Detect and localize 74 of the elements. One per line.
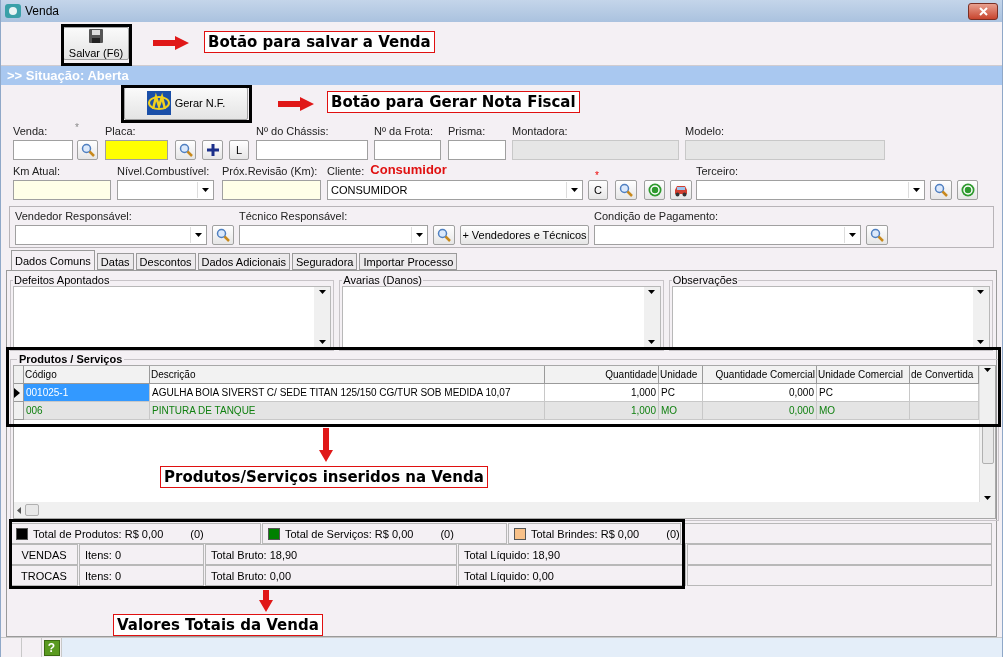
total-cell: Total Bruto: 0,00 (205, 565, 457, 586)
group-label: Avarias (Danos) (342, 274, 423, 286)
client-note: Consumidor (370, 162, 447, 177)
table-cell: PC (817, 384, 910, 402)
column-header[interactable]: de Convertida (910, 366, 979, 384)
total-cell: TROCAS (10, 565, 78, 586)
tab[interactable]: Datas (96, 253, 134, 270)
total-count: (0) (190, 527, 204, 540)
column-header[interactable]: Código (24, 366, 150, 384)
field-label: Terceiro: (696, 165, 739, 177)
dropdown-value: CONSUMIDOR (330, 184, 409, 196)
field-label: Modelo: (685, 125, 725, 137)
total-text: Total Brindes: R$ 0,00 (531, 527, 640, 540)
letter-button[interactable]: C (588, 180, 608, 200)
table-cell: AGULHA BOIA SIVERST C/ SEDE TITAN 125/150 CG/TUR SOB MEDIDA 10,07 (150, 384, 545, 402)
table-cell: PINTURA DE TANQUE (150, 402, 545, 420)
table-cell: 1,000 (545, 402, 659, 420)
field-label: Vendedor Responsável: (15, 210, 132, 222)
total-text: Total de Produtos: R$ 0,00 (33, 527, 164, 540)
column-header[interactable]: Unidade (659, 366, 703, 384)
total-cell: Total Líquido: 0,00 (458, 565, 686, 586)
field-label: Condição de Pagamento: (594, 210, 719, 222)
table-cell: 0,000 (703, 384, 817, 402)
total-count: (0) (440, 527, 454, 540)
field-label: Prisma: (448, 125, 486, 137)
total-cell: Total Bruto: 18,90 (205, 544, 457, 565)
table-cell: PC (659, 384, 703, 402)
group-label: Produtos / Serviços (18, 353, 124, 365)
field-label: Nº da Frota: (374, 125, 434, 137)
required-mark: * (595, 170, 599, 181)
save-button[interactable]: Salvar (F6) (63, 27, 129, 60)
total-cell: Itens: 0 (79, 565, 204, 586)
field-label: Técnico Responsável: (239, 210, 348, 222)
sellers-button[interactable]: + Vendedores e Técnicos (460, 225, 589, 245)
tab[interactable]: Descontos (135, 253, 196, 270)
annotation-label: Botão para salvar a Venda (204, 31, 435, 53)
annotation-label: Botão para Gerar Nota Fiscal (327, 91, 580, 113)
invoice-button[interactable]: Gerar N.F. (124, 86, 248, 120)
group-label: Defeitos Apontados (13, 274, 111, 286)
field-label: Montadora: (512, 125, 568, 137)
required-mark: * (75, 122, 79, 133)
field-label: Venda: (13, 125, 48, 137)
field-label: Nº do Chássis: (256, 125, 329, 137)
dropdown-field[interactable]: CONSUMIDOR (327, 180, 583, 200)
column-header[interactable]: Quantidade (545, 366, 659, 384)
total-cell: VENDAS (10, 544, 78, 565)
column-header[interactable]: Descrição (150, 366, 545, 384)
field-label: Próx.Revisão (Km): (222, 165, 318, 177)
tab[interactable]: Seguradora (291, 253, 358, 270)
field-label: Nível.Combustível: (117, 165, 210, 177)
total-cell: Itens: 0 (79, 544, 204, 565)
group-label: Observações (671, 274, 739, 286)
tab[interactable]: Dados Adicionais (197, 253, 290, 270)
annotation-label: Valores Totais da Venda (113, 614, 323, 636)
annotation-label: Produtos/Serviços inseridos na Venda (160, 466, 488, 488)
field-label: Cliente: (327, 165, 365, 177)
field-label: Km Atual: (13, 165, 61, 177)
table-cell: 1,000 (545, 384, 659, 402)
field-label: Placa: (105, 125, 136, 137)
column-header[interactable]: Unidade Comercial (817, 366, 910, 384)
table-cell: 0,000 (703, 402, 817, 420)
total-count: (0) (666, 527, 680, 540)
tab[interactable]: Importar Processo (359, 253, 458, 270)
letter-button[interactable]: L (229, 140, 249, 160)
column-header[interactable]: Quantidade Comercial (703, 366, 817, 384)
window-title: Venda (25, 4, 60, 18)
table-cell: MO (817, 402, 910, 420)
table-cell: 006 (24, 402, 150, 420)
status-banner: >> Situação: Aberta (1, 66, 1002, 85)
total-cell: Total Líquido: 18,90 (458, 544, 686, 565)
total-text: Total de Serviços: R$ 0,00 (285, 527, 414, 540)
table-cell: 001025-1 (24, 384, 150, 402)
table-cell: MO (659, 402, 703, 420)
tab[interactable]: Dados Comuns (11, 250, 95, 270)
